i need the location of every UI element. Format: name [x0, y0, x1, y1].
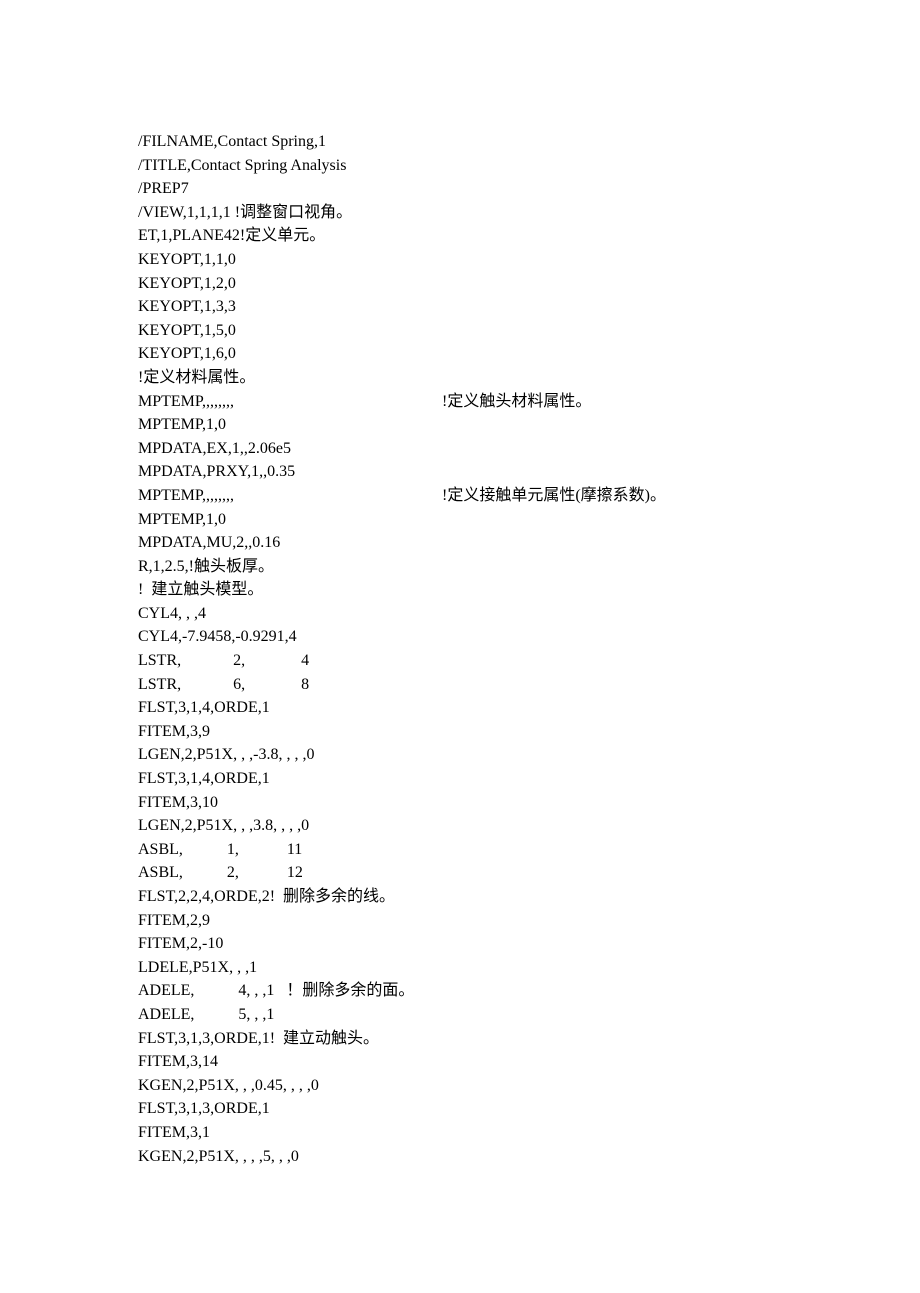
page-body: /FILNAME,Contact Spring,1/TITLE,Contact …: [0, 0, 920, 1293]
code-line: FLST,2,2,4,ORDE,2! 删除多余的线。: [138, 885, 920, 909]
code-line: KEYOPT,1,6,0: [138, 342, 920, 366]
code-line: ASBL, 2, 12: [138, 861, 920, 885]
code-line: MPDATA,MU,2,,0.16: [138, 531, 920, 555]
code-line: LGEN,2,P51X, , ,3.8, , , ,0: [138, 814, 920, 838]
code-line: KGEN,2,P51X, , , ,5, , ,0: [138, 1145, 920, 1169]
code-line: ! 建立触头模型。: [138, 578, 920, 602]
code-line: ET,1,PLANE42!定义单元。: [138, 224, 920, 248]
code-line: LSTR, 6, 8: [138, 673, 920, 697]
code-line: CYL4,-7.9458,-0.9291,4: [138, 625, 920, 649]
code-line: KEYOPT,1,1,0: [138, 248, 920, 272]
code-line: FITEM,3,14: [138, 1050, 920, 1074]
code-line: MPTEMP,1,0: [138, 508, 920, 532]
code-line: ADELE, 4, , ,1 ！删除多余的面。: [138, 979, 920, 1003]
code-line: /VIEW,1,1,1,1 !调整窗口视角。: [138, 201, 920, 225]
code-line: LDELE,P51X, , ,1: [138, 956, 920, 980]
code-line: FLST,3,1,4,ORDE,1: [138, 767, 920, 791]
code-line: LGEN,2,P51X, , ,-3.8, , , ,0: [138, 743, 920, 767]
code-line: FITEM,3,9: [138, 720, 920, 744]
code-line: MPTEMP,,,,,,,, !定义触头材料属性。: [138, 390, 920, 414]
code-line: ASBL, 1, 11: [138, 838, 920, 862]
code-line: MPDATA,PRXY,1,,0.35: [138, 460, 920, 484]
code-line: FLST,3,1,3,ORDE,1! 建立动触头。: [138, 1027, 920, 1051]
code-line: KGEN,2,P51X, , ,0.45, , , ,0: [138, 1074, 920, 1098]
code-line: KEYOPT,1,3,3: [138, 295, 920, 319]
code-line: /TITLE,Contact Spring Analysis: [138, 154, 920, 178]
code-line: /FILNAME,Contact Spring,1: [138, 130, 920, 154]
code-line: FITEM,2,9: [138, 909, 920, 933]
code-line: R,1,2.5,!触头板厚。: [138, 555, 920, 579]
code-line: FITEM,3,1: [138, 1121, 920, 1145]
code-line: FLST,3,1,3,ORDE,1: [138, 1097, 920, 1121]
code-line: MPTEMP,1,0: [138, 413, 920, 437]
code-line: KEYOPT,1,2,0: [138, 272, 920, 296]
code-line: CYL4, , ,4: [138, 602, 920, 626]
code-line: KEYOPT,1,5,0: [138, 319, 920, 343]
code-line: MPDATA,EX,1,,2.06e5: [138, 437, 920, 461]
code-line: FITEM,2,-10: [138, 932, 920, 956]
code-line: MPTEMP,,,,,,,, !定义接触单元属性(摩擦系数)。: [138, 484, 920, 508]
code-line: LSTR, 2, 4: [138, 649, 920, 673]
code-line: /PREP7: [138, 177, 920, 201]
code-line: FLST,3,1,4,ORDE,1: [138, 696, 920, 720]
code-listing: /FILNAME,Contact Spring,1/TITLE,Contact …: [138, 130, 920, 1168]
code-line: FITEM,3,10: [138, 791, 920, 815]
code-line: !定义材料属性。: [138, 366, 920, 390]
code-line: ADELE, 5, , ,1: [138, 1003, 920, 1027]
